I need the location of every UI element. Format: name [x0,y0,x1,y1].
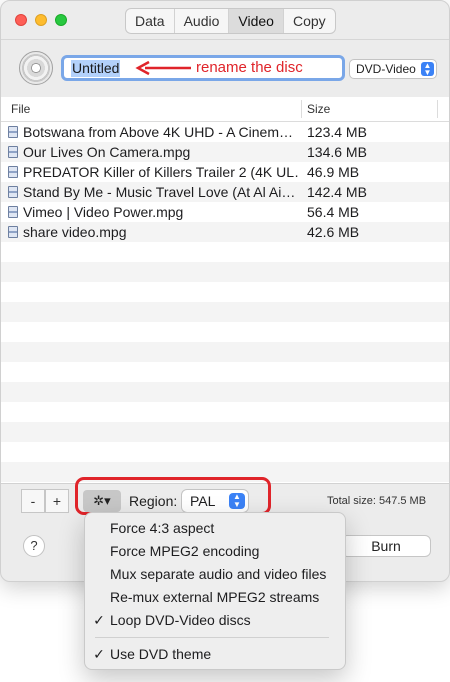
menu-item-remux-streams[interactable]: Re-mux external MPEG2 streams [85,586,345,609]
annotation-highlight-box [75,477,271,515]
tab-data[interactable]: Data [126,9,175,33]
movie-file-icon [8,206,18,218]
file-name: Botswana from Above 4K UHD - A Cinem… [23,124,293,140]
tab-bar: Data Audio Video Copy [125,8,336,34]
menu-item-label: Loop DVD-Video discs [110,612,251,628]
file-size: 42.6 MB [307,224,360,240]
zoom-window-button[interactable] [55,14,67,26]
movie-file-icon [8,126,18,138]
column-divider [301,100,302,118]
close-window-button[interactable] [15,14,27,26]
title-bar: Data Audio Video Copy [1,1,449,39]
empty-row [1,382,449,402]
tab-video[interactable]: Video [229,9,284,33]
file-name: Vimeo | Video Power.mpg [23,204,184,220]
column-header-file[interactable]: File [11,102,30,116]
chevron-updown-icon: ▲ ▼ [421,62,434,77]
empty-row [1,302,449,322]
file-size: 56.4 MB [307,204,360,220]
menu-item-dvd-theme[interactable]: ✓ Use DVD theme [85,643,345,666]
add-file-button[interactable]: + [45,489,69,513]
movie-file-icon [8,146,18,158]
annotation-arrow-icon [135,60,191,76]
burn-window: Data Audio Video Copy Untitled rename th… [0,0,450,582]
menu-item-label: Re-mux external MPEG2 streams [110,589,320,605]
menu-item-force-mpeg2[interactable]: Force MPEG2 encoding [85,540,345,563]
movie-file-icon [8,186,18,198]
empty-row [1,282,449,302]
checkmark-icon: ✓ [93,646,105,662]
table-row[interactable]: Vimeo | Video Power.mpg 56.4 MB [1,202,449,222]
menu-item-force-aspect[interactable]: Force 4:3 aspect [85,517,345,540]
menu-item-label: Use DVD theme [110,646,212,662]
file-size: 123.4 MB [307,124,367,140]
file-name: PREDATOR Killer of Killers Trailer 2 (4K… [23,164,299,180]
table-row[interactable]: Botswana from Above 4K UHD - A Cinem… 12… [1,122,449,142]
table-header: File Size [1,97,449,122]
file-name: share video.mpg [23,224,127,240]
disc-format-select[interactable]: DVD-Video ▲ ▼ [349,59,437,79]
empty-row [1,442,449,462]
disc-name-text[interactable]: Untitled [71,60,121,77]
options-popup-menu: Force 4:3 aspect Force MPEG2 encoding Mu… [84,512,346,670]
table-row[interactable]: Stand By Me - Music Travel Love (At Al A… [1,182,449,202]
menu-item-loop-discs[interactable]: ✓ Loop DVD-Video discs [85,609,345,632]
empty-row [1,402,449,422]
menu-item-label: Mux separate audio and video files [110,566,327,582]
table-row[interactable]: share video.mpg 42.6 MB [1,222,449,242]
menu-separator [95,637,329,638]
total-size-label: Total size: 547.5 MB [327,495,427,507]
file-table: File Size Botswana from Above 4K UHD - A… [1,97,449,483]
help-button[interactable]: ? [23,535,45,557]
file-size: 46.9 MB [307,164,360,180]
menu-item-mux-separate[interactable]: Mux separate audio and video files [85,563,345,586]
checkmark-icon: ✓ [93,612,105,628]
column-header-size[interactable]: Size [307,102,330,116]
burn-button[interactable]: Burn [341,535,431,557]
file-size: 142.4 MB [307,184,367,200]
movie-file-icon [8,166,18,178]
menu-item-label: Force MPEG2 encoding [110,543,260,559]
disc-icon [19,51,53,85]
title-divider [1,39,449,40]
disc-format-value: DVD-Video [356,62,416,76]
movie-file-icon [8,226,18,238]
file-name: Our Lives On Camera.mpg [23,144,191,160]
file-name: Stand By Me - Music Travel Love (At Al A… [23,184,296,200]
empty-row [1,242,449,262]
menu-item-label: Force 4:3 aspect [110,520,215,536]
file-size: 134.6 MB [307,144,367,160]
empty-row [1,362,449,382]
table-rows: Botswana from Above 4K UHD - A Cinem… 12… [1,122,449,482]
remove-file-button[interactable]: - [21,489,45,513]
empty-row [1,322,449,342]
empty-row [1,422,449,442]
tab-copy[interactable]: Copy [284,9,335,33]
empty-row [1,262,449,282]
rename-annotation: rename the disc [196,59,303,76]
table-row[interactable]: PREDATOR Killer of Killers Trailer 2 (4K… [1,162,449,182]
table-row[interactable]: Our Lives On Camera.mpg 134.6 MB [1,142,449,162]
empty-row [1,342,449,362]
column-divider [437,100,438,118]
tab-audio[interactable]: Audio [175,9,230,33]
minimize-window-button[interactable] [35,14,47,26]
